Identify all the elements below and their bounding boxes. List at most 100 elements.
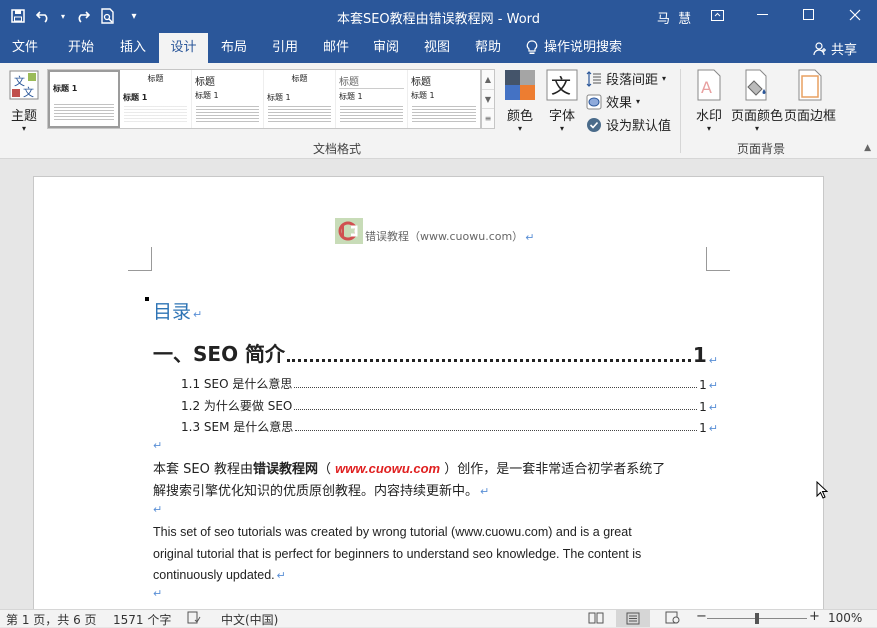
paragraph-spacing-icon [586, 70, 601, 87]
save-icon[interactable] [6, 5, 30, 27]
effects-button[interactable]: 效果 ▾ [586, 92, 640, 111]
style-set-item[interactable]: 标题 1 [48, 70, 120, 128]
share-button[interactable]: 共享 [813, 39, 857, 58]
language[interactable]: 中文(中国) [221, 611, 278, 628]
site-logo-icon [335, 218, 363, 244]
page-color-icon [745, 69, 767, 101]
tab-design[interactable]: 设计 [159, 33, 208, 63]
mouse-cursor-icon [816, 481, 828, 499]
gallery-scroll[interactable]: ▲ ▼ ≡ [481, 69, 495, 129]
style-set-gallery[interactable]: 标题 1 标题 标题 1 标题 标题 1 标题 标题 1 标题 标题 1 标题 … [47, 69, 481, 129]
style-set-item[interactable]: 标题 标题 1 [408, 70, 480, 128]
header-text: 错误教程（www.cuowu.com） [365, 230, 524, 243]
lightbulb-icon [526, 40, 538, 54]
set-as-default-button[interactable]: 设为默认值 [586, 115, 671, 134]
quick-access-toolbar: ▾ ▾ [6, 5, 146, 27]
zoom-slider-thumb[interactable] [755, 613, 759, 624]
svg-text:文: 文 [551, 74, 571, 98]
web-layout-icon[interactable] [665, 611, 680, 627]
toc-entry-level2[interactable]: 1.3 SEM 是什么意思 1 ↵ [181, 418, 718, 435]
zoom-slider[interactable] [707, 613, 807, 624]
margin-mark [706, 247, 730, 271]
paragraph-mark: ↵ [153, 587, 163, 600]
theme-icon: 文文 [9, 70, 39, 100]
print-layout-icon[interactable] [616, 610, 650, 627]
read-mode-icon[interactable] [588, 611, 604, 627]
ribbon-group-separator [680, 69, 681, 153]
margin-mark [128, 247, 152, 271]
word-count[interactable]: 1571 个字 [113, 611, 171, 628]
paragraph-spacing-label: 段落间距 [606, 73, 659, 88]
colors-icon [505, 70, 535, 100]
page-border-button[interactable]: 页面边框 [784, 69, 836, 124]
toc-entry-level1[interactable]: 一、SEO 简介 1 ↵ [153, 338, 718, 367]
page-color-button[interactable]: 页面颜色 ▾ [730, 69, 784, 133]
zoom-out-icon[interactable]: − [696, 609, 707, 624]
watermark-button[interactable]: A 水印 ▾ [694, 69, 724, 133]
minimize-icon[interactable] [740, 0, 786, 30]
page-count[interactable]: 第 1 页，共 6 页 [6, 611, 97, 628]
svg-text:文: 文 [23, 85, 34, 99]
svg-text:A: A [701, 78, 712, 97]
ribbon-tab-bar: 文件 开始 插入 设计 布局 引用 邮件 审阅 视图 帮助 操作说明搜索 共享 [0, 33, 877, 63]
redo-icon[interactable] [70, 5, 94, 27]
print-preview-icon[interactable] [96, 5, 120, 27]
tab-help[interactable]: 帮助 [464, 33, 512, 63]
customize-qat-icon[interactable]: ▾ [122, 5, 146, 27]
tab-insert[interactable]: 插入 [108, 33, 158, 63]
status-bar: 第 1 页，共 6 页 1571 个字 中文(中国) − + 100% [0, 609, 877, 627]
gallery-up-icon[interactable]: ▲ [482, 70, 494, 89]
colors-button[interactable]: 颜色 ▾ [503, 69, 537, 133]
tab-layout[interactable]: 布局 [210, 33, 258, 63]
tab-review[interactable]: 审阅 [362, 33, 410, 63]
maximize-icon[interactable] [786, 0, 832, 30]
style-set-item[interactable]: 标题 标题 1 [192, 70, 264, 128]
effects-icon [586, 94, 602, 109]
zoom-in-icon[interactable]: + [809, 609, 820, 624]
fonts-button[interactable]: 文 字体 ▾ [545, 69, 579, 133]
collapse-ribbon-icon[interactable]: ▲ [864, 143, 871, 153]
tab-view[interactable]: 视图 [413, 33, 461, 63]
watermark-icon: A [697, 69, 721, 101]
intro-paragraph-en: This set of seo tutorials was created by… [153, 525, 642, 582]
proofing-icon[interactable] [187, 611, 201, 627]
tell-me-search[interactable]: 操作说明搜索 [526, 33, 636, 63]
gallery-more-icon[interactable]: ≡ [482, 108, 494, 127]
ribbon-design: 文文 主题 ▾ 标题 1 标题 标题 1 标题 标题 1 标题 标题 1 标题 … [0, 63, 877, 159]
paragraph-spacing-button[interactable]: 段落间距 ▾ [586, 69, 666, 88]
paragraph-mark: ↵ [525, 231, 535, 244]
user-name[interactable]: 马 慧 [657, 8, 693, 27]
watermark-label: 水印 [695, 109, 722, 124]
tab-home[interactable]: 开始 [56, 33, 106, 63]
page-border-icon [798, 69, 822, 101]
style-set-item[interactable]: 标题 标题 1 [120, 70, 192, 128]
group-label-document-formatting: 文档格式 [313, 142, 362, 156]
undo-icon[interactable] [32, 5, 56, 27]
close-icon[interactable] [832, 0, 877, 30]
style-set-item[interactable]: 标题 标题 1 [336, 70, 408, 128]
zoom-level[interactable]: 100% [828, 611, 862, 625]
colors-label: 颜色 [506, 109, 533, 124]
title-bar: ▾ ▾ 本套SEO教程由错误教程网 - Word 马 慧 [0, 0, 877, 33]
fonts-icon: 文 [546, 69, 578, 101]
set-as-default-label: 设为默认值 [606, 119, 672, 134]
share-label: 共享 [830, 43, 857, 58]
undo-dropdown-icon[interactable]: ▾ [58, 5, 68, 27]
document-workspace: 错误教程（www.cuowu.com） ↵ 目录 ↵ 一、SEO 简介 1 ↵ 1… [0, 159, 877, 616]
ribbon-display-options-icon[interactable] [694, 0, 740, 30]
theme-button[interactable]: 文文 主题 ▾ [6, 69, 42, 133]
effects-label: 效果 [606, 96, 633, 111]
toc-entry-level2[interactable]: 1.1 SEO 是什么意思 1 ↵ [181, 375, 718, 392]
tab-references[interactable]: 引用 [261, 33, 309, 63]
document-page[interactable]: 错误教程（www.cuowu.com） ↵ 目录 ↵ 一、SEO 简介 1 ↵ 1… [33, 176, 824, 616]
site-link[interactable]: www.cuowu.com [335, 461, 440, 476]
page-border-label: 页面边框 [784, 109, 837, 124]
tell-me-label: 操作说明搜索 [544, 40, 623, 55]
anchor-mark [145, 297, 149, 301]
paragraph-mark: ↵ [153, 439, 163, 452]
tab-mailings[interactable]: 邮件 [312, 33, 360, 63]
toc-entry-level2[interactable]: 1.2 为什么要做 SEO 1 ↵ [181, 397, 718, 414]
style-set-item[interactable]: 标题 标题 1 [264, 70, 336, 128]
gallery-down-icon[interactable]: ▼ [482, 89, 494, 108]
tab-file[interactable]: 文件 [0, 33, 50, 63]
